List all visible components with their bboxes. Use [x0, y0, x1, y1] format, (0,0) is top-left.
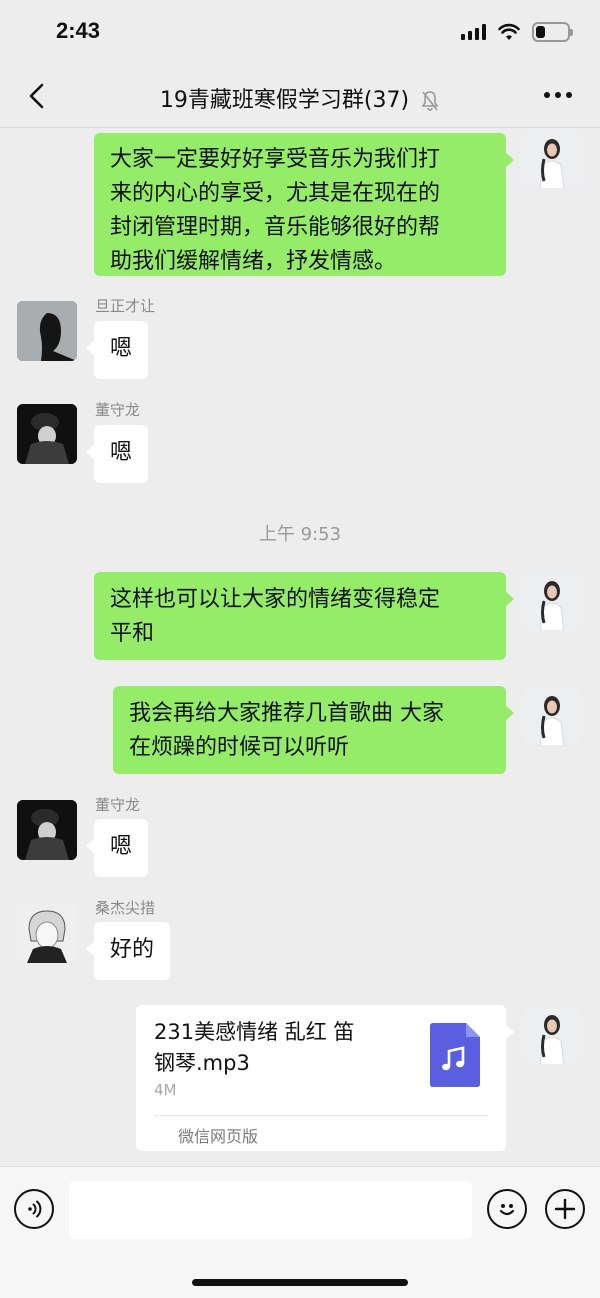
more-functions-button[interactable] — [545, 1189, 585, 1229]
home-indicator[interactable] — [192, 1279, 408, 1286]
sender-name: 桑杰尖措 — [95, 899, 156, 917]
emoji-button[interactable] — [487, 1189, 527, 1229]
divider — [154, 1115, 488, 1116]
voice-input-button[interactable] — [14, 1189, 54, 1229]
file-source: 微信网页版 — [178, 1127, 259, 1146]
sender-name: 董守龙 — [95, 401, 141, 419]
incoming-message[interactable]: 嗯 — [85, 819, 149, 877]
person-photo-icon — [17, 800, 77, 860]
message-timestamp: 上午 9:53 — [258, 524, 342, 545]
file-name: 231美感情绪 乱红 笛 钢琴.mp3 — [154, 1020, 355, 1075]
sender-name: 董守龙 — [95, 796, 141, 814]
wifi-icon — [498, 23, 520, 40]
person-photo-icon — [17, 301, 77, 361]
my-avatar[interactable] — [522, 686, 582, 746]
signal-icon — [461, 24, 486, 40]
message-input-bar — [0, 1166, 600, 1298]
incoming-message[interactable]: 嗯 — [85, 321, 149, 379]
battery-level — [536, 26, 545, 38]
status-bar: 2:43 — [0, 0, 600, 64]
incoming-message[interactable]: 好的 — [85, 922, 171, 980]
music-file-icon — [430, 1023, 480, 1087]
sender-name: 旦正才让 — [95, 297, 156, 315]
avatar-dongshoulong[interactable] — [17, 404, 77, 464]
person-photo-icon — [17, 404, 77, 464]
person-photo-icon — [522, 686, 582, 746]
chat-title: 19青藏班寒假学习群(37) — [0, 82, 600, 114]
avatar-sangjie[interactable] — [17, 903, 77, 963]
smile-icon — [499, 1204, 515, 1216]
outgoing-message[interactable]: 这样也可以让大家的情绪变得稳定 平和 — [94, 572, 514, 660]
person-photo-icon — [17, 903, 77, 963]
my-avatar[interactable] — [522, 1005, 582, 1065]
avatar-danzheng[interactable] — [17, 301, 77, 361]
person-photo-icon — [522, 129, 582, 189]
avatar-dongshoulong[interactable] — [17, 800, 77, 860]
my-avatar[interactable] — [522, 129, 582, 189]
chat-title-text: 19青藏班寒假学习群(37) — [159, 88, 410, 113]
person-photo-icon — [522, 571, 582, 631]
outgoing-message[interactable]: 大家一定要好好享受音乐为我们打 来的内心的享受，尤其是在现在的 封闭管理时期，音… — [94, 133, 514, 276]
more-options-button[interactable] — [544, 92, 572, 98]
incoming-message[interactable]: 嗯 — [85, 425, 149, 483]
message-text-input[interactable] — [69, 1181, 472, 1239]
outgoing-message[interactable]: 我会再给大家推荐几首歌曲 大家 在烦躁的时候可以听听 — [113, 686, 514, 774]
nav-bar: 19青藏班寒假学习群(37) — [0, 64, 600, 128]
mute-bell-icon — [421, 91, 439, 111]
voice-wave-icon — [28, 1200, 42, 1218]
person-photo-icon — [522, 1005, 582, 1065]
status-icons — [461, 22, 573, 42]
status-time: 2:43 — [56, 18, 101, 43]
my-avatar[interactable] — [522, 571, 582, 631]
chat-messages: 大家一定要好好享受音乐为我们打 来的内心的享受，尤其是在现在的 封闭管理时期，音… — [0, 129, 600, 1166]
plus-icon — [554, 1198, 576, 1220]
file-size: 4M — [154, 1081, 177, 1099]
battery-icon — [532, 22, 573, 42]
file-message-card[interactable]: 231美感情绪 乱红 笛 钢琴.mp3 4M 微信网页版 — [136, 1005, 514, 1151]
